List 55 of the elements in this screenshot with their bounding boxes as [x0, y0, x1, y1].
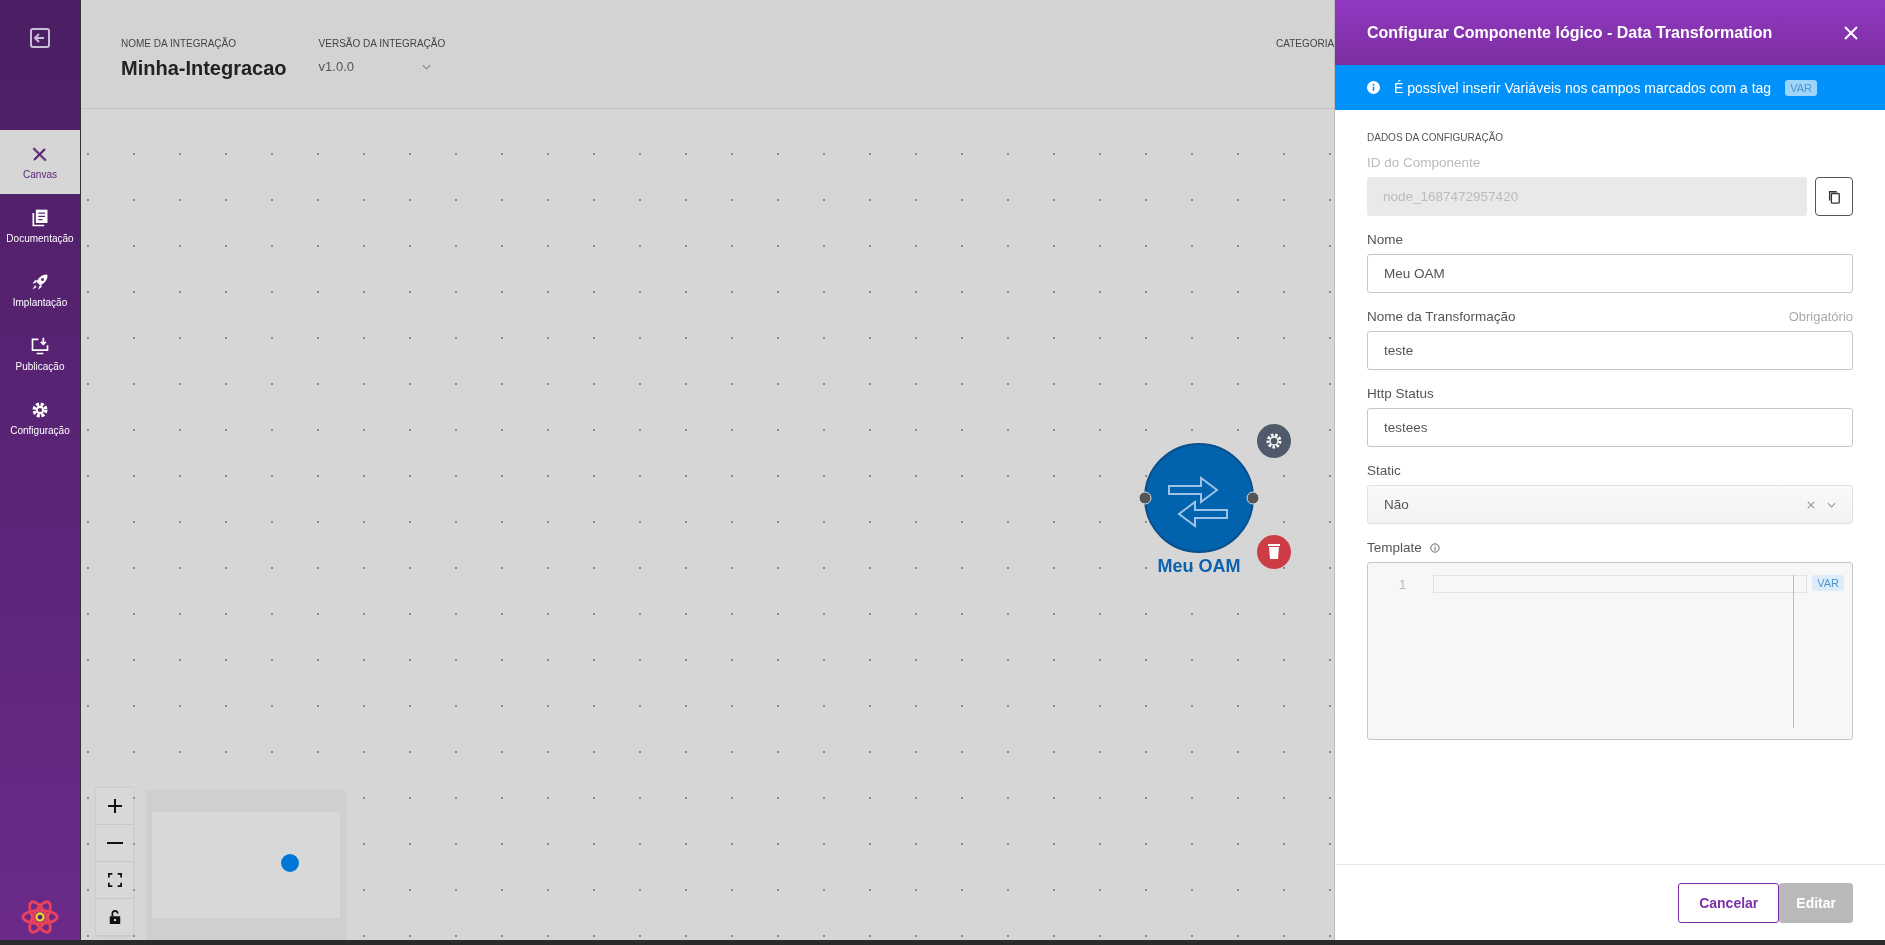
info-icon — [1367, 81, 1380, 94]
info-text: É possível inserir Variáveis nos campos marcados com a tag — [1394, 79, 1772, 96]
version-dropdown[interactable]: v1.0.0 — [318, 57, 446, 74]
monitor-download-icon — [30, 336, 50, 356]
minus-icon — [106, 842, 123, 844]
chevron-down-icon — [422, 63, 431, 70]
exit-icon[interactable] — [28, 26, 52, 50]
field-caption: CATEGORIA — [1276, 38, 1334, 49]
frame-corners-icon — [107, 873, 122, 887]
field-label: Nome da Transformação — [1367, 309, 1516, 324]
required-hint: Obrigatório — [1788, 309, 1853, 324]
rocket-icon — [30, 272, 50, 292]
sidebar-item[interactable]: Documentação — [0, 194, 80, 258]
clear-icon[interactable] — [1807, 500, 1815, 509]
panel-title: Configurar Componente lógico - Data Transformation — [1367, 23, 1773, 42]
var-tag: VAR — [1812, 575, 1844, 591]
book-icon — [30, 208, 50, 228]
close-icon[interactable] — [1843, 24, 1859, 41]
chevron-down-icon — [1827, 501, 1836, 508]
input-field[interactable]: testees — [1367, 408, 1853, 447]
input-field[interactable]: Meu OAM — [1367, 254, 1853, 293]
unlocked-padlock-icon — [107, 910, 122, 924]
sidebar-item[interactable]: Implantação — [0, 258, 80, 322]
node-label: Meu OAM — [1156, 556, 1242, 577]
zoom-in-button[interactable] — [96, 788, 133, 825]
field-caption: NOME DA INTEGRAÇÃO — [121, 38, 237, 49]
field-label: Static — [1367, 463, 1401, 478]
zoom-out-button[interactable] — [96, 825, 133, 862]
integration-name: Minha-Integracao — [121, 57, 287, 80]
sidebar-item[interactable]: Canvas — [0, 130, 80, 194]
select-field[interactable]: Não — [1367, 485, 1853, 524]
fit-view-button[interactable] — [96, 862, 133, 899]
plus-icon — [106, 798, 123, 814]
field-caption: VERSÃO DA INTEGRAÇÃO — [318, 38, 446, 49]
info-icon — [1429, 542, 1440, 553]
section-title: DADOS DA CONFIGURAÇÃO — [1367, 132, 1505, 143]
sidebar-item[interactable]: Publicação — [0, 322, 80, 386]
field-label: Http Status — [1367, 386, 1434, 401]
copy-button[interactable] — [1815, 177, 1853, 216]
line-number: 1 — [1399, 577, 1407, 592]
atom-logo-icon — [21, 898, 59, 936]
settings-icon — [30, 400, 50, 420]
lock-button[interactable] — [96, 899, 133, 936]
var-tag: VAR — [1785, 79, 1817, 96]
sidebar-item[interactable]: Configuração — [0, 386, 80, 450]
outline-button[interactable]: Cancelar — [1678, 882, 1780, 923]
field-label: Template — [1367, 540, 1422, 555]
trash-icon[interactable] — [1257, 535, 1291, 569]
minimap-node-dot — [281, 854, 299, 872]
settings-icon[interactable] — [1257, 424, 1291, 458]
copy-icon — [1827, 189, 1841, 204]
transform-node[interactable] — [1139, 442, 1259, 554]
field-label: ID do Componente — [1367, 155, 1481, 170]
input-field[interactable]: teste — [1367, 331, 1853, 370]
field-label: Nome — [1367, 232, 1403, 247]
